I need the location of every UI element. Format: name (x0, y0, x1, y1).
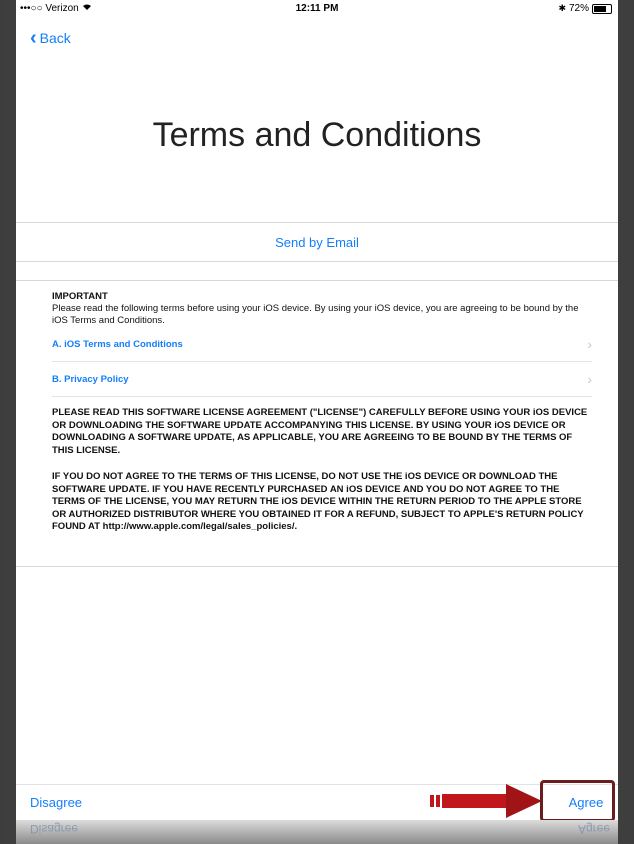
battery-fill (594, 5, 606, 12)
terms-content: IMPORTANT Please read the following term… (52, 291, 592, 534)
status-bar: •••○○ Verizon 12:11 PM ✱ 72% (16, 0, 618, 18)
privacy-policy-label: B. Privacy Policy (52, 373, 129, 385)
disagree-button[interactable]: Disagree (30, 795, 82, 810)
arrow-icon (430, 784, 542, 818)
battery-icon (592, 3, 612, 14)
agree-reflection: Agree (577, 822, 610, 836)
license-paragraph-1: PLEASE READ THIS SOFTWARE LICENSE AGREEM… (52, 407, 588, 456)
back-button[interactable]: ‹ Back (30, 27, 71, 49)
ios-screen: •••○○ Verizon 12:11 PM ✱ 72% ‹ Back Term… (16, 0, 618, 820)
ios-terms-link[interactable]: A. iOS Terms and Conditions › (52, 327, 592, 362)
terms-container[interactable]: IMPORTANT Please read the following term… (16, 280, 618, 567)
page-title: Terms and Conditions (152, 116, 482, 154)
chevron-right-icon: › (587, 371, 592, 387)
agree-highlight (540, 780, 615, 822)
send-by-email-button[interactable]: Send by Email (16, 222, 618, 262)
important-text: Please read the following terms before u… (52, 303, 579, 326)
chevron-left-icon: ‹ (30, 27, 37, 49)
important-heading: IMPORTANT (52, 291, 108, 302)
chevron-right-icon: › (587, 336, 592, 352)
disagree-reflection: Disagree (30, 822, 79, 836)
license-paragraph-2: IF YOU DO NOT AGREE TO THE TERMS OF THIS… (52, 471, 584, 532)
bluetooth-icon: ✱ (558, 3, 566, 13)
privacy-policy-link[interactable]: B. Privacy Policy › (52, 362, 592, 397)
send-by-email-label: Send by Email (275, 234, 359, 250)
ios-terms-label: A. iOS Terms and Conditions (52, 338, 183, 350)
screen-reflection: Disagree Agree (16, 820, 618, 844)
back-label: Back (39, 30, 71, 46)
clock: 12:11 PM (295, 3, 339, 14)
status-right: ✱ 72% (558, 3, 612, 14)
battery-percent: 72% (568, 3, 589, 14)
